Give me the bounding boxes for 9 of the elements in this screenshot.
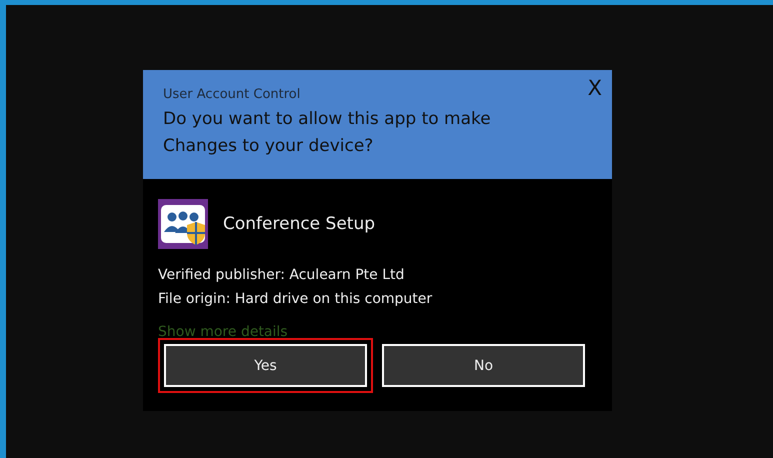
detail-text: Verified publisher: Aculearn Pte Ltd: [158, 266, 406, 285]
dialog-title: User Account Control: [163, 87, 300, 102]
prompt-question: Do you want to allow this app to make Changes to your device?: [163, 108, 492, 158]
dialog-button[interactable]: Yes: [164, 344, 367, 387]
dialog-button[interactable]: No: [382, 344, 585, 387]
detail-text: File origin: Hard drive on this computer: [158, 290, 434, 309]
close-button[interactable]: X: [588, 76, 602, 100]
app-name: Conference Setup: [223, 214, 376, 234]
people-shield-icon: [158, 199, 208, 249]
